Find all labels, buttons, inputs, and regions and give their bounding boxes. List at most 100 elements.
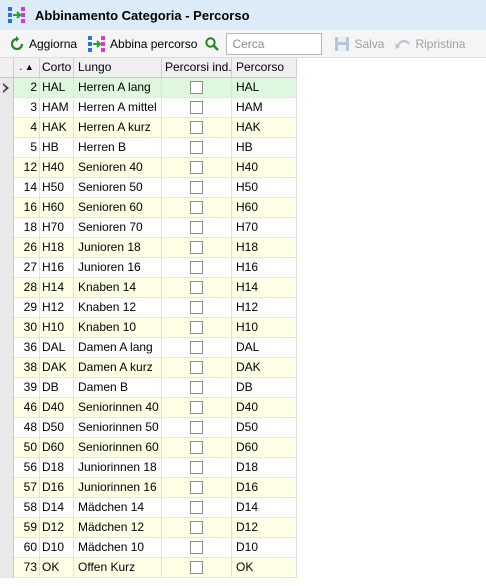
row-indicator[interactable]	[0, 278, 14, 298]
cell-percorso[interactable]: H70	[232, 218, 297, 238]
cell-corto[interactable]: OK	[40, 558, 74, 578]
percorsi-ind-checkbox[interactable]	[190, 121, 203, 134]
table-row[interactable]: 57 D16 Juniorinnen 16 D16	[0, 478, 297, 498]
cell-corto[interactable]: DAL	[40, 338, 74, 358]
percorsi-ind-checkbox[interactable]	[190, 501, 203, 514]
cell-corto[interactable]: DB	[40, 378, 74, 398]
cell-percorso[interactable]: H18	[232, 238, 297, 258]
cell-corto[interactable]: H60	[40, 198, 74, 218]
cell-order[interactable]: 14	[14, 178, 40, 198]
cell-corto[interactable]: DAK	[40, 358, 74, 378]
cell-lungo[interactable]: Senioren 60	[74, 198, 162, 218]
percorsi-ind-checkbox[interactable]	[190, 381, 203, 394]
cell-corto[interactable]: HB	[40, 138, 74, 158]
search-icon[interactable]	[204, 36, 220, 52]
cell-corto[interactable]: HAK	[40, 118, 74, 138]
cell-percorso[interactable]: D10	[232, 538, 297, 558]
table-row[interactable]: 12 H40 Senioren 40 H40	[0, 158, 297, 178]
cell-corto[interactable]: H50	[40, 178, 74, 198]
percorsi-ind-checkbox[interactable]	[190, 361, 203, 374]
table-row[interactable]: 3 HAM Herren A mittel HAM	[0, 98, 297, 118]
cell-percorso[interactable]: D60	[232, 438, 297, 458]
cell-percorso[interactable]: H10	[232, 318, 297, 338]
cell-order[interactable]: 5	[14, 138, 40, 158]
cell-lungo[interactable]: Mädchen 14	[74, 498, 162, 518]
cell-order[interactable]: 60	[14, 538, 40, 558]
cell-percorso[interactable]: H12	[232, 298, 297, 318]
cell-lungo[interactable]: Senioren 70	[74, 218, 162, 238]
cell-percorso[interactable]: D50	[232, 418, 297, 438]
cell-lungo[interactable]: Damen A lang	[74, 338, 162, 358]
percorsi-ind-checkbox[interactable]	[190, 181, 203, 194]
percorsi-ind-checkbox[interactable]	[190, 461, 203, 474]
table-row[interactable]: 29 H12 Knaben 12 H12	[0, 298, 297, 318]
cell-lungo[interactable]: Senioren 40	[74, 158, 162, 178]
row-indicator[interactable]	[0, 298, 14, 318]
cell-corto[interactable]: D10	[40, 538, 74, 558]
percorsi-ind-checkbox[interactable]	[190, 161, 203, 174]
percorsi-ind-checkbox[interactable]	[190, 281, 203, 294]
cell-corto[interactable]: H18	[40, 238, 74, 258]
table-row[interactable]: 38 DAK Damen A kurz DAK	[0, 358, 297, 378]
cell-percorso[interactable]: DAL	[232, 338, 297, 358]
row-indicator[interactable]	[0, 138, 14, 158]
cell-lungo[interactable]: Junioren 16	[74, 258, 162, 278]
cell-lungo[interactable]: Senioren 50	[74, 178, 162, 198]
percorsi-ind-checkbox[interactable]	[190, 521, 203, 534]
cell-corto[interactable]: D40	[40, 398, 74, 418]
cell-order[interactable]: 39	[14, 378, 40, 398]
cell-lungo[interactable]: Herren A lang	[74, 78, 162, 98]
percorsi-ind-checkbox[interactable]	[190, 261, 203, 274]
row-indicator[interactable]	[0, 398, 14, 418]
row-indicator[interactable]	[0, 238, 14, 258]
cell-corto[interactable]: D16	[40, 478, 74, 498]
table-row[interactable]: 26 H18 Junioren 18 H18	[0, 238, 297, 258]
row-indicator[interactable]	[0, 558, 14, 578]
cell-percorso[interactable]: HAL	[232, 78, 297, 98]
cell-order[interactable]: 57	[14, 478, 40, 498]
cell-percorso[interactable]: D16	[232, 478, 297, 498]
row-indicator[interactable]	[0, 358, 14, 378]
cell-lungo[interactable]: Mädchen 10	[74, 538, 162, 558]
percorsi-ind-checkbox[interactable]	[190, 561, 203, 574]
percorsi-ind-checkbox[interactable]	[190, 81, 203, 94]
cell-lungo[interactable]: Mädchen 12	[74, 518, 162, 538]
row-indicator[interactable]	[0, 78, 14, 98]
row-indicator[interactable]	[0, 218, 14, 238]
cell-corto[interactable]: D50	[40, 418, 74, 438]
cell-corto[interactable]: HAL	[40, 78, 74, 98]
cell-corto[interactable]: H16	[40, 258, 74, 278]
cell-corto[interactable]: HAM	[40, 98, 74, 118]
cell-lungo[interactable]: Seniorinnen 40	[74, 398, 162, 418]
row-indicator[interactable]	[0, 158, 14, 178]
percorsi-ind-checkbox[interactable]	[190, 421, 203, 434]
cell-lungo[interactable]: Knaben 10	[74, 318, 162, 338]
table-row[interactable]: 48 D50 Seniorinnen 50 D50	[0, 418, 297, 438]
cell-corto[interactable]: D60	[40, 438, 74, 458]
percorsi-ind-checkbox[interactable]	[190, 401, 203, 414]
cell-corto[interactable]: H70	[40, 218, 74, 238]
row-indicator[interactable]	[0, 118, 14, 138]
row-indicator[interactable]	[0, 418, 14, 438]
cell-lungo[interactable]: Herren B	[74, 138, 162, 158]
cell-order[interactable]: 38	[14, 358, 40, 378]
cell-order[interactable]: 36	[14, 338, 40, 358]
table-row[interactable]: 56 D18 Juniorinnen 18 D18	[0, 458, 297, 478]
row-indicator[interactable]	[0, 318, 14, 338]
cell-lungo[interactable]: Herren A mittel	[74, 98, 162, 118]
row-indicator[interactable]	[0, 438, 14, 458]
table-row[interactable]: 28 H14 Knaben 14 H14	[0, 278, 297, 298]
row-indicator[interactable]	[0, 178, 14, 198]
restore-button[interactable]: Ripristina	[391, 32, 468, 56]
cell-corto[interactable]: H14	[40, 278, 74, 298]
table-row[interactable]: 16 H60 Senioren 60 H60	[0, 198, 297, 218]
cell-order[interactable]: 30	[14, 318, 40, 338]
row-indicator[interactable]	[0, 98, 14, 118]
percorsi-ind-checkbox[interactable]	[190, 241, 203, 254]
cell-percorso[interactable]: H14	[232, 278, 297, 298]
column-header-percorso[interactable]: Percorso	[232, 58, 297, 78]
table-row[interactable]: 46 D40 Seniorinnen 40 D40	[0, 398, 297, 418]
cell-percorso[interactable]: OK	[232, 558, 297, 578]
cell-lungo[interactable]: Damen A kurz	[74, 358, 162, 378]
row-indicator[interactable]	[0, 478, 14, 498]
